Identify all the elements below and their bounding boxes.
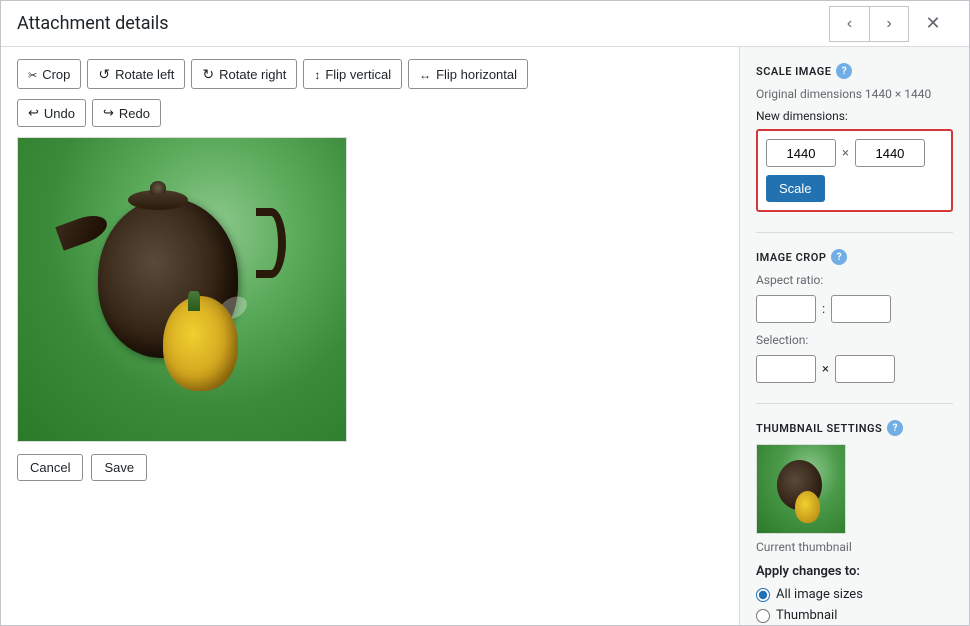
undo-icon (28, 105, 39, 121)
image-footer: Cancel Save (17, 454, 723, 481)
modal-header-actions: ‹ › ✕ (829, 6, 953, 42)
undo-redo-toolbar: Undo Redo (17, 99, 723, 127)
new-dimensions-label: New dimensions: (756, 109, 953, 123)
rotate-left-button[interactable]: Rotate left (87, 59, 185, 89)
thumb-pear (795, 491, 820, 523)
rotate-left-icon (98, 66, 110, 83)
original-dimensions: Original dimensions 1440 × 1440 (756, 87, 953, 101)
main-editing-area: Crop Rotate left Rotate right Flip verti… (1, 47, 739, 625)
radio-thumbnail[interactable]: Thumbnail (756, 608, 953, 623)
redo-icon (103, 105, 114, 121)
next-button[interactable]: › (869, 6, 909, 42)
image-crop-help-icon[interactable]: ? (831, 249, 847, 265)
prev-button[interactable]: ‹ (829, 6, 869, 42)
scale-image-help-icon[interactable]: ? (836, 63, 852, 79)
pear-stem (188, 291, 200, 311)
dimensions-inputs: × (766, 139, 943, 167)
current-thumbnail-label: Current thumbnail (756, 540, 953, 554)
sidebar: SCALE IMAGE ? Original dimensions 1440 ×… (739, 47, 969, 625)
flip-horizontal-label: Flip horizontal (436, 67, 517, 82)
editing-toolbar: Crop Rotate left Rotate right Flip verti… (17, 59, 723, 89)
flip-vertical-button[interactable]: Flip vertical (303, 59, 402, 89)
flip-vertical-label: Flip vertical (325, 67, 391, 82)
redo-label: Redo (119, 106, 150, 121)
aspect-separator: : (822, 302, 825, 317)
save-button[interactable]: Save (91, 454, 147, 481)
aspect-ratio-row: : (756, 295, 953, 323)
aspect-width-input[interactable] (756, 295, 816, 323)
cancel-button[interactable]: Cancel (17, 454, 83, 481)
pear (163, 296, 238, 391)
scale-button[interactable]: Scale (766, 175, 825, 202)
image-crop-title: IMAGE CROP ? (756, 249, 953, 265)
flip-horizontal-icon (419, 67, 431, 82)
rotate-right-button[interactable]: Rotate right (191, 59, 297, 89)
scale-image-title: SCALE IMAGE ? (756, 63, 953, 79)
dimensions-box: × Scale (756, 129, 953, 212)
radio-all-sizes-label: All image sizes (776, 587, 863, 602)
thumbnail-settings-title: THUMBNAIL SETTINGS ? (756, 420, 953, 436)
kettle-lid-knob (150, 181, 166, 195)
close-icon: ✕ (925, 13, 940, 34)
apply-changes-radio-group: All image sizes Thumbnail All sizes exce… (756, 587, 953, 625)
aspect-ratio-label: Aspect ratio: (756, 273, 953, 287)
selection-separator: × (822, 362, 829, 377)
kettle-handle (256, 208, 286, 278)
rotate-right-icon (202, 66, 214, 83)
width-input[interactable] (766, 139, 836, 167)
current-thumbnail (756, 444, 846, 534)
image-crop-section: IMAGE CROP ? Aspect ratio: : Selection: … (756, 232, 953, 383)
selection-width-input[interactable] (756, 355, 816, 383)
undo-button[interactable]: Undo (17, 99, 86, 127)
crop-button[interactable]: Crop (17, 59, 81, 89)
undo-label: Undo (44, 106, 75, 121)
selection-label: Selection: (756, 333, 953, 347)
thumbnail-settings-section: THUMBNAIL SETTINGS ? Current thumbnail A… (756, 403, 953, 625)
radio-all-sizes[interactable]: All image sizes (756, 587, 953, 602)
rotate-right-label: Rotate right (219, 67, 286, 82)
radio-thumbnail-label: Thumbnail (776, 608, 837, 623)
prev-icon: ‹ (847, 15, 852, 33)
dimensions-separator: × (842, 146, 849, 161)
thumbnail-settings-help-icon[interactable]: ? (887, 420, 903, 436)
modal-body: Crop Rotate left Rotate right Flip verti… (1, 47, 969, 625)
aspect-height-input[interactable] (831, 295, 891, 323)
painting-area (18, 138, 346, 441)
radio-thumbnail-input[interactable] (756, 609, 770, 623)
selection-row: × (756, 355, 953, 383)
flip-horizontal-button[interactable]: Flip horizontal (408, 59, 528, 89)
radio-all-sizes-input[interactable] (756, 588, 770, 602)
attachment-details-modal: Attachment details ‹ › ✕ Crop (0, 0, 970, 626)
close-button[interactable]: ✕ (913, 6, 953, 42)
image-canvas (17, 137, 347, 442)
flip-vertical-icon (314, 67, 320, 82)
scale-image-section: SCALE IMAGE ? Original dimensions 1440 ×… (756, 63, 953, 212)
redo-button[interactable]: Redo (92, 99, 161, 127)
height-input[interactable] (855, 139, 925, 167)
apply-changes-label: Apply changes to: (756, 564, 953, 579)
crop-icon (28, 67, 37, 82)
modal-title: Attachment details (17, 13, 169, 34)
rotate-left-label: Rotate left (115, 67, 174, 82)
crop-label: Crop (42, 67, 70, 82)
modal-header: Attachment details ‹ › ✕ (1, 1, 969, 47)
next-icon: › (886, 15, 891, 33)
selection-height-input[interactable] (835, 355, 895, 383)
